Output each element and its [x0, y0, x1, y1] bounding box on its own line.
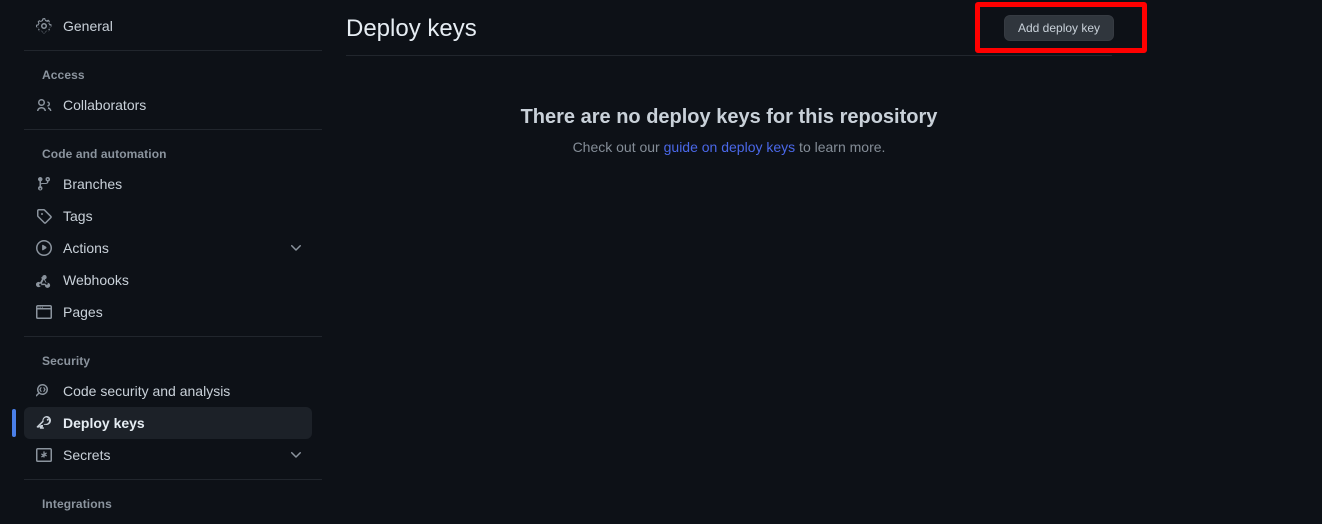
chevron-down-icon[interactable] [288, 447, 304, 463]
sidebar-group-title: Integrations [42, 497, 112, 511]
settings-sidebar: General Access Collaborators Code and autom… [0, 0, 346, 524]
key-icon [36, 415, 52, 431]
sidebar-item-label: Actions [63, 240, 109, 256]
webhook-icon [36, 272, 52, 288]
sidebar-item-label: Pages [63, 304, 103, 320]
sidebar-item-collaborators[interactable]: Collaborators [24, 89, 312, 121]
sidebar-item-label: Secrets [63, 447, 111, 463]
code-scan-icon [36, 383, 52, 399]
sidebar-item-general[interactable]: General [24, 10, 312, 42]
page-title: Deploy keys [346, 15, 477, 42]
sidebar-item-label: Tags [63, 208, 93, 224]
git-branch-icon [36, 176, 52, 192]
tag-icon [36, 208, 52, 224]
asterisk-box-icon [36, 447, 52, 463]
sidebar-item-code-security-and-analysis[interactable]: Code security and analysis [24, 375, 312, 407]
blankstate-subtext-before: Check out our [572, 139, 664, 155]
sidebar-item-secrets[interactable]: Secrets [24, 439, 312, 471]
gear-icon [36, 18, 52, 34]
chevron-down-icon[interactable] [288, 240, 304, 256]
sidebar-group-title: Security [42, 354, 91, 368]
sidebar-item-label: Collaborators [63, 97, 147, 113]
main-content: Deploy keys Add deploy key There are no … [346, 0, 1322, 524]
sidebar-item-branches[interactable]: Branches [24, 168, 312, 200]
sidebar-item-label: Branches [63, 176, 123, 192]
main-header: Deploy keys Add deploy key [346, 0, 1147, 56]
sidebar-divider [24, 129, 322, 130]
sidebar-group-title: Code and automation [42, 147, 167, 161]
play-circle-icon [36, 240, 52, 256]
sidebar-divider [24, 50, 322, 51]
settings-page: General Access Collaborators Code and autom… [0, 0, 1322, 524]
sidebar-item-label: Webhooks [63, 272, 129, 288]
blankstate-subtext-after: to learn more. [795, 139, 886, 155]
sidebar-item-label: Deploy keys [63, 415, 145, 431]
sidebar-item-deploy-keys[interactable]: Deploy keys [12, 407, 312, 439]
sidebar-item-pages[interactable]: Pages [24, 296, 312, 328]
add-deploy-key-button[interactable]: Add deploy key [1004, 15, 1115, 41]
sidebar-item-webhooks[interactable]: Webhooks [24, 264, 312, 296]
sidebar-item-label: Code security and analysis [63, 383, 231, 399]
blankstate-subtext: Check out our guide on deploy keys to le… [346, 137, 1112, 158]
sidebar-group-title: Access [42, 68, 85, 82]
sidebar-item-label: General [63, 18, 113, 34]
browser-icon [36, 304, 52, 320]
sidebar-item-tags[interactable]: Tags [24, 200, 312, 232]
blankstate-heading: There are no deploy keys for this reposi… [520, 106, 938, 128]
sidebar-divider [24, 479, 322, 480]
deploy-keys-blankstate: There are no deploy keys for this reposi… [346, 56, 1112, 158]
sidebar-item-actions[interactable]: Actions [24, 232, 312, 264]
sidebar-divider [24, 336, 322, 337]
deploy-keys-guide-link[interactable]: guide on deploy keys [664, 139, 796, 155]
people-icon [36, 97, 52, 113]
